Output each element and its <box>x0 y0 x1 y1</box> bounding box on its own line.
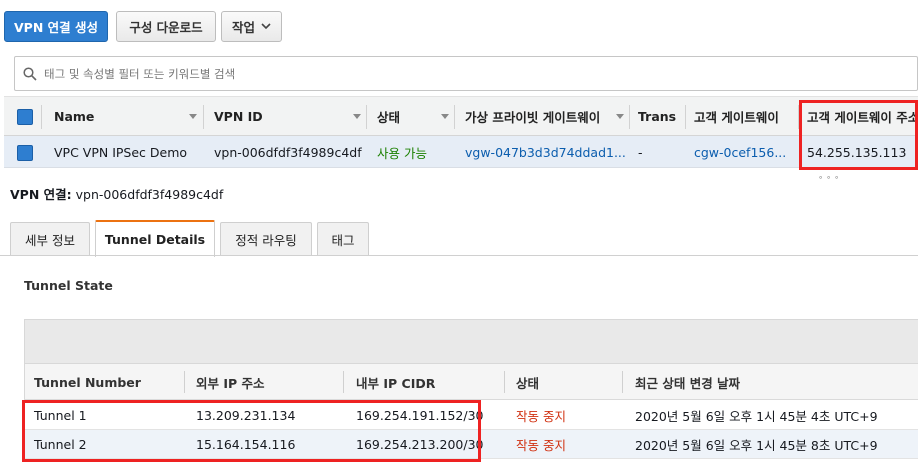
row-cgw-link[interactable]: cgw-0cef156... <box>694 136 796 168</box>
tab-divider <box>0 255 918 256</box>
detail-title-value: vpn-006dfdf3f4989c4df <box>75 187 224 202</box>
tab-tags[interactable]: 태그 <box>317 222 369 256</box>
column-header-state[interactable]: 상태 <box>377 97 437 135</box>
create-vpn-connection-label: VPN 연결 생성 <box>13 20 98 35</box>
row-vgw-link[interactable]: vgw-047b3d3d74ddad1... <box>465 136 625 168</box>
column-header-inside-cidr: 내부 IP CIDR <box>356 375 436 391</box>
column-header-last-status-change: 최근 상태 변경 날짜 <box>635 375 741 391</box>
select-all-checkbox[interactable] <box>17 109 33 125</box>
actions-label: 작업 <box>231 20 255 35</box>
search-input[interactable] <box>42 65 846 82</box>
table-row[interactable]: VPC VPN IPSec Demo vpn-006dfdf3f4989c4df… <box>4 136 918 168</box>
column-header-tunnel-number: Tunnel Number <box>34 374 141 390</box>
resize-handle-icon[interactable]: ∘∘∘ <box>818 173 842 182</box>
download-configuration-label: 구성 다운로드 <box>129 20 203 35</box>
row-state: 사용 가능 <box>377 145 427 161</box>
tab-static-routes-label: 정적 라우팅 <box>235 233 297 248</box>
column-header-vpn-id[interactable]: VPN ID <box>214 97 344 135</box>
row-vpn-id: vpn-006dfdf3f4989c4df <box>214 144 362 160</box>
sort-caret-icon[interactable] <box>441 114 449 119</box>
column-header-virtual-private-gateway[interactable]: 가상 프라이빗 게이트웨이 <box>465 97 615 135</box>
tunnel-status: 작동 중지 <box>516 437 566 453</box>
detail-title: VPN 연결: vpn-006dfdf3f4989c4df <box>10 184 223 203</box>
column-header-status: 상태 <box>516 375 540 391</box>
column-header-outside-ip: 외부 IP 주소 <box>196 375 265 391</box>
tab-static-routes[interactable]: 정적 라우팅 <box>220 222 312 256</box>
tunnel-last-change: 2020년 5월 6일 오후 1시 45분 8초 UTC+9 <box>635 437 878 453</box>
tab-tunnel-details[interactable]: Tunnel Details <box>95 220 215 257</box>
sort-caret-icon[interactable] <box>616 114 624 119</box>
tab-details-label: 세부 정보 <box>25 233 75 248</box>
column-header-transit[interactable]: Trans <box>638 97 676 135</box>
tunnel-last-change: 2020년 5월 6일 오후 1시 45분 4초 UTC+9 <box>635 408 878 424</box>
tunnel-panel-header <box>24 319 918 364</box>
chevron-down-icon <box>261 23 271 30</box>
tab-tunnel-details-label: Tunnel Details <box>104 232 206 247</box>
search-box[interactable] <box>14 56 918 91</box>
highlight-box-tunnels <box>22 400 481 462</box>
create-vpn-connection-button[interactable]: VPN 연결 생성 <box>4 11 108 42</box>
search-icon <box>23 66 37 81</box>
highlight-box-gateway-address <box>799 100 918 170</box>
tunnel-status: 작동 중지 <box>516 408 566 424</box>
detail-title-label: VPN 연결: <box>10 187 72 202</box>
vpn-grid-header: Name VPN ID 상태 가상 프라이빗 게이트웨이 Trans 고객 게이… <box>4 96 918 136</box>
tunnel-table-header: Tunnel Number 외부 IP 주소 내부 IP CIDR 상태 최근 … <box>24 364 918 400</box>
column-header-customer-gateway[interactable]: 고객 게이트웨이 <box>694 97 794 135</box>
column-header-name[interactable]: Name <box>54 97 184 135</box>
sort-caret-icon[interactable] <box>189 114 197 119</box>
row-name: VPC VPN IPSec Demo <box>54 144 188 160</box>
row-transit: - <box>638 144 643 160</box>
tab-details[interactable]: 세부 정보 <box>10 222 90 256</box>
row-checkbox[interactable] <box>17 145 33 161</box>
section-title: Tunnel State <box>24 278 113 293</box>
actions-dropdown-button[interactable]: 작업 <box>221 11 282 42</box>
tab-tags-label: 태그 <box>331 233 355 248</box>
sort-caret-icon[interactable] <box>353 114 361 119</box>
download-configuration-button[interactable]: 구성 다운로드 <box>116 11 216 42</box>
